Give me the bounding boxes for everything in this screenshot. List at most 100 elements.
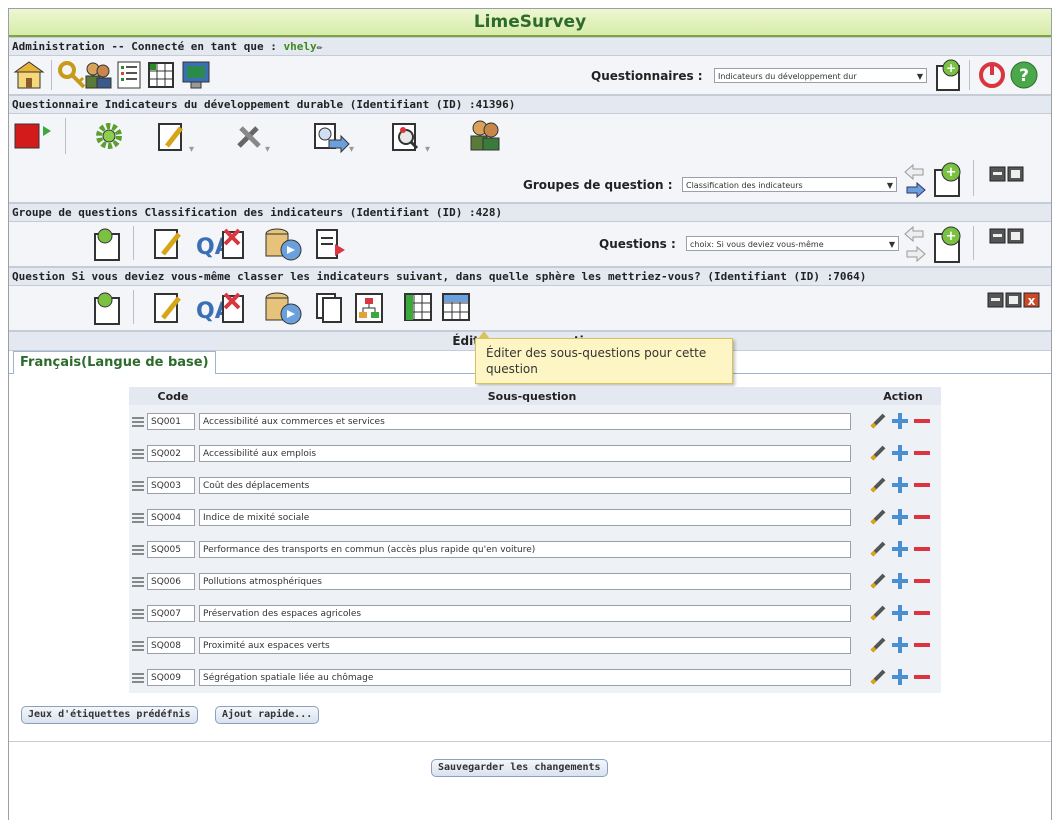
subquestion-input[interactable]: Pollutions atmosphériques [199,572,851,590]
pencil-icon[interactable] [869,540,887,558]
add-icon[interactable] [891,668,909,686]
templates-icon[interactable] [181,60,211,90]
add-icon[interactable] [891,444,909,462]
pencil-icon[interactable] [869,668,887,686]
predefined-label-sets-button[interactable]: Jeux d'étiquettes prédéfnis [21,706,198,724]
label-sets-icon[interactable] [147,60,175,90]
save-changes-button[interactable]: Sauvegarder les changements [431,759,608,777]
edit-group-icon[interactable] [151,226,183,262]
pencil-icon[interactable] [869,604,887,622]
drag-handle-icon[interactable] [132,608,144,619]
subquestion-input[interactable]: Indice de mixité sociale [199,508,851,526]
subquestion-input[interactable]: Préservation des espaces agricoles [199,604,851,622]
code-input[interactable]: SQ003 [147,476,195,494]
delete-icon[interactable] [913,444,931,462]
add-group-icon[interactable]: + [929,160,965,198]
reorder-questions-icon[interactable] [313,226,349,262]
subquestion-input[interactable]: Proximité aux espaces verts [199,636,851,654]
questions-select[interactable]: choix: Si vous deviez vous-même ▼ [686,236,899,251]
delete-icon[interactable] [913,604,931,622]
pencil-icon[interactable] [869,572,887,590]
add-icon[interactable] [891,604,909,622]
export-group-icon[interactable] [263,226,303,262]
subquestion-input[interactable]: Accessibilité aux commerces et services [199,412,851,430]
code-input[interactable]: SQ002 [147,444,195,462]
pencil-icon[interactable]: ✏ [317,42,323,53]
question-settings-icon[interactable] [91,290,123,326]
responses-icon[interactable]: ▾ [389,120,433,154]
quick-add-button[interactable]: Ajout rapide... [215,706,320,724]
code-input[interactable]: SQ006 [147,572,195,590]
groups-select-value: Classification des indicateurs [686,181,803,190]
delete-icon[interactable] [913,476,931,494]
add-icon[interactable] [891,572,909,590]
code-input[interactable]: SQ009 [147,668,195,686]
users-icon[interactable] [83,60,113,90]
prev-next-arrows-icon[interactable] [903,162,927,198]
drag-handle-icon[interactable] [132,576,144,587]
subquestion-input[interactable]: Accessibilité aux emplois [199,444,851,462]
activate-survey-icon[interactable] [13,120,53,152]
prev-next-arrows-icon[interactable] [903,224,927,264]
surveys-select[interactable]: Indicateurs du développement dur ▼ [714,68,927,83]
add-icon[interactable] [891,412,909,430]
drag-handle-icon[interactable] [132,480,144,491]
survey-list-icon[interactable] [115,60,143,90]
drag-handle-icon[interactable] [132,448,144,459]
drag-handle-icon[interactable] [132,672,144,683]
pencil-icon[interactable] [869,476,887,494]
help-icon[interactable]: ? [1009,60,1039,90]
tools-icon[interactable]: ▾ [233,120,273,154]
pencil-icon[interactable] [869,444,887,462]
gear-icon[interactable] [93,120,125,152]
edit-question-icon[interactable] [151,290,183,326]
tab-language-base[interactable]: Français(Langue de base) [13,351,216,374]
delete-icon[interactable] [913,668,931,686]
drag-handle-icon[interactable] [132,416,144,427]
qa-delete-icon[interactable]: QA [195,226,245,262]
delete-icon[interactable] [913,572,931,590]
delete-icon[interactable] [913,636,931,654]
add-survey-icon[interactable]: + [931,58,965,92]
collapse-expand-icon[interactable] [989,166,1025,182]
drag-handle-icon[interactable] [132,512,144,523]
drag-handle-icon[interactable] [132,640,144,651]
add-icon[interactable] [891,540,909,558]
subquestion-input[interactable]: Coût des déplacements [199,476,851,494]
pencil-icon[interactable] [869,508,887,526]
edit-subquestions-icon[interactable] [403,290,435,326]
export-icon[interactable]: ▾ [311,120,355,154]
delete-icon[interactable] [913,508,931,526]
add-icon[interactable] [891,508,909,526]
pencil-icon[interactable] [869,636,887,654]
drag-handle-icon[interactable] [132,544,144,555]
code-input[interactable]: SQ005 [147,540,195,558]
add-question-icon[interactable]: + [929,224,965,264]
code-input[interactable]: SQ001 [147,412,195,430]
username-link[interactable]: vhely [284,40,317,53]
copy-question-icon[interactable] [313,290,345,326]
code-input[interactable]: SQ008 [147,636,195,654]
collapse-expand-icon[interactable] [989,228,1025,244]
subquestion-input[interactable]: Ségrégation spatiale liée au chômage [199,668,851,686]
conditions-icon[interactable] [353,290,385,326]
pencil-icon[interactable] [869,412,887,430]
survey-toolbar: ▾ ▾ ▾ ▾ Groupes de question : Classifica… [9,114,1051,203]
groups-select[interactable]: Classification des indicateurs ▼ [682,177,897,192]
add-icon[interactable] [891,476,909,494]
home-icon[interactable] [13,60,45,90]
logout-icon[interactable] [977,60,1007,90]
delete-icon[interactable] [913,540,931,558]
group-settings-icon[interactable] [91,226,123,262]
add-icon[interactable] [891,636,909,654]
code-input[interactable]: SQ007 [147,604,195,622]
collapse-expand-close-icon[interactable]: x [987,292,1047,308]
export-question-icon[interactable] [263,290,303,326]
subquestion-input[interactable]: Performance des transports en commun (ac… [199,540,851,558]
participants-icon[interactable] [467,118,503,154]
code-input[interactable]: SQ004 [147,508,195,526]
delete-icon[interactable] [913,412,931,430]
edit-answer-options-icon[interactable] [441,290,473,326]
edit-survey-icon[interactable]: ▾ [155,120,195,154]
qa-delete-icon[interactable]: QA [195,290,245,326]
